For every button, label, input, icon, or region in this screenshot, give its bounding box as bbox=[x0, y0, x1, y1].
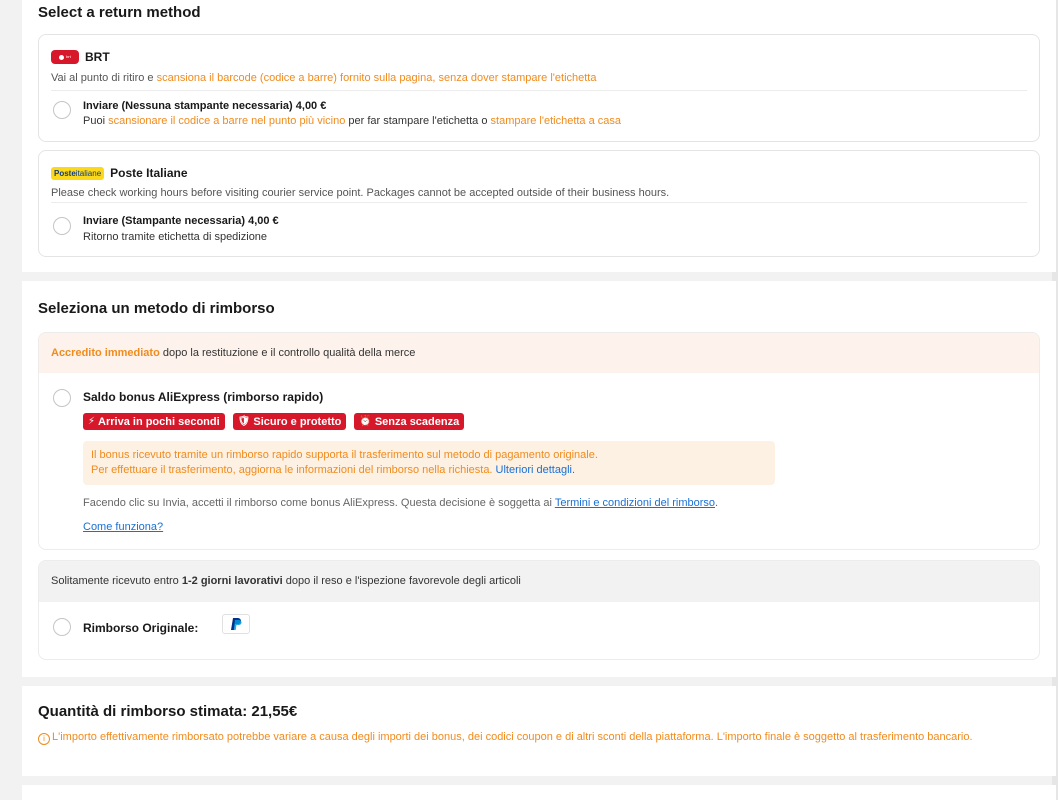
original-refund-banner: Solitamente ricevuto entro 1-2 giorni la… bbox=[39, 561, 1039, 602]
return-method-card: Select a return method brt BRT Vai al pu… bbox=[22, 0, 1056, 272]
poste-name: Poste Italiane bbox=[110, 166, 188, 180]
brt-radio[interactable] bbox=[53, 101, 71, 119]
next-card bbox=[22, 785, 1056, 800]
brt-divider bbox=[51, 90, 1027, 91]
alarm-clock-icon: ⏰ bbox=[359, 416, 372, 427]
original-refund-timing: Solitamente ricevuto entro 1-2 giorni la… bbox=[51, 575, 521, 587]
bonus-info-box: Il bonus ricevuto tramite un rimborso ra… bbox=[83, 441, 775, 485]
how-it-works-link[interactable]: Come funziona? bbox=[83, 521, 163, 533]
info-line-1: Il bonus ricevuto tramite un rimborso ra… bbox=[91, 449, 598, 461]
more-details-link[interactable]: Ulteriori dettagli. bbox=[496, 464, 575, 476]
brt-logo: brt bbox=[51, 50, 79, 64]
shield-icon: 🛡 bbox=[237, 416, 251, 427]
poste-divider bbox=[51, 202, 1027, 203]
info-line-2: Per effettuare il trasferimento, aggiorn… bbox=[91, 464, 576, 476]
bonus-refund-box: Accredito immediato dopo la restituzione… bbox=[38, 332, 1040, 550]
instant-credit-text: Accredito immediato dopo la restituzione… bbox=[51, 347, 416, 359]
paypal-icon bbox=[222, 614, 250, 634]
how-it-works-wrap: Come funziona? bbox=[83, 521, 163, 533]
bonus-radio[interactable] bbox=[53, 389, 71, 407]
bonus-badges: ⚡ Arriva in pochi secondi 🛡 Sicuro e prote… bbox=[83, 413, 465, 430]
lightning-icon: ⚡ bbox=[88, 416, 96, 427]
poste-carrier-box: Posteitaliane Poste Italiane Please chec… bbox=[38, 150, 1040, 257]
poste-logo: Posteitaliane bbox=[51, 166, 105, 180]
original-refund-box: Solitamente ricevuto entro 1-2 giorni la… bbox=[38, 560, 1040, 660]
refund-estimate-title: Quantità di rimborso stimata: 21,55€ bbox=[38, 703, 298, 720]
refund-terms-link[interactable]: Termini e condizioni del rimborso bbox=[555, 497, 715, 509]
print-label-link[interactable]: stampare l'etichetta a casa bbox=[491, 115, 622, 127]
terms-text: Facendo clic su Invia, accetti il rimbor… bbox=[83, 497, 719, 509]
brt-option-title: Inviare (Nessuna stampante necessaria) 4… bbox=[83, 100, 327, 112]
return-method-title: Select a return method bbox=[38, 4, 201, 21]
poste-header: Posteitaliane Poste Italiane bbox=[51, 165, 188, 181]
badge-fast: ⚡ Arriva in pochi secondi bbox=[83, 413, 225, 430]
brt-name: BRT bbox=[85, 50, 110, 64]
refund-method-card: Seleziona un metodo di rimborso Accredit… bbox=[22, 281, 1056, 677]
bonus-option-title: Saldo bonus AliExpress (rimborso rapido) bbox=[83, 390, 324, 404]
original-refund-radio[interactable] bbox=[53, 618, 71, 636]
brt-option-subtitle: Puoi scansionare il codice a barre nel p… bbox=[83, 115, 622, 127]
info-icon: i bbox=[38, 733, 50, 745]
brt-description: Vai al punto di ritiro e scansiona il ba… bbox=[51, 72, 597, 84]
instant-credit-banner: Accredito immediato dopo la restituzione… bbox=[39, 333, 1039, 373]
poste-description: Please check working hours before visiti… bbox=[51, 187, 670, 199]
poste-option-subtitle: Ritorno tramite etichetta di spedizione bbox=[83, 231, 268, 243]
badge-no-expiry: ⏰ Senza scadenza bbox=[354, 413, 465, 430]
refund-method-title: Seleziona un metodo di rimborso bbox=[38, 300, 275, 317]
poste-option-title: Inviare (Stampante necessaria) 4,00 € bbox=[83, 215, 279, 227]
refund-disclaimer: i L'importo effettivamente rimborsato pot… bbox=[38, 730, 1028, 745]
brt-header: brt BRT bbox=[51, 49, 110, 65]
poste-radio[interactable] bbox=[53, 217, 71, 235]
refund-estimate-card: Quantità di rimborso stimata: 21,55€ i L'… bbox=[22, 686, 1056, 776]
brt-carrier-box: brt BRT Vai al punto di ritiro e scansio… bbox=[38, 34, 1040, 142]
original-refund-label: Rimborso Originale: bbox=[83, 621, 199, 635]
badge-secure: 🛡 Sicuro e protetto bbox=[232, 413, 347, 430]
scan-barcode-link[interactable]: scansionare il codice a barre nel punto … bbox=[108, 115, 345, 127]
